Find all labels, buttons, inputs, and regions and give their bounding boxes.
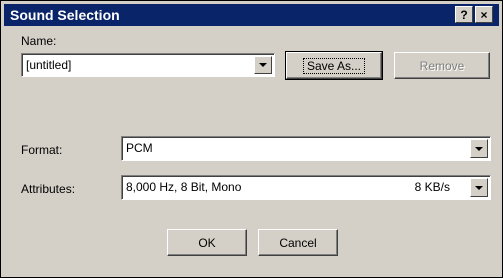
attributes-value: 8,000 Hz, 8 Bit, Mono <box>126 180 242 194</box>
help-button[interactable]: ? <box>455 6 473 23</box>
sound-selection-dialog: Sound Selection ? × Name: [untitled] Sav… <box>0 0 503 278</box>
name-combobox[interactable]: [untitled] <box>21 53 275 77</box>
save-as-label: Save As... <box>302 57 366 74</box>
ok-button[interactable]: OK <box>167 229 247 256</box>
attributes-label: Attributes: <box>21 182 76 196</box>
name-dropdown-button[interactable] <box>254 56 272 74</box>
cancel-button[interactable]: Cancel <box>258 229 338 256</box>
window-title: Sound Selection <box>10 7 120 23</box>
chevron-down-icon <box>475 146 483 151</box>
chevron-down-icon <box>475 185 483 190</box>
format-combobox[interactable]: PCM <box>121 136 491 161</box>
format-dropdown-button[interactable] <box>470 139 488 158</box>
close-button[interactable]: × <box>475 6 493 23</box>
name-label: Name: <box>21 34 57 48</box>
save-as-button[interactable]: Save As... <box>285 51 383 80</box>
attributes-dropdown-button[interactable] <box>470 178 488 197</box>
format-value: PCM <box>126 141 153 155</box>
name-value: [untitled] <box>26 58 72 72</box>
attributes-combobox[interactable]: 8,000 Hz, 8 Bit, Mono 8 KB/s <box>121 175 491 200</box>
remove-button[interactable]: Remove <box>394 52 490 79</box>
title-bar[interactable]: Sound Selection ? × <box>4 4 499 26</box>
attributes-rate: 8 KB/s <box>414 180 450 194</box>
chevron-down-icon <box>259 63 267 67</box>
format-label: Format: <box>21 143 63 157</box>
